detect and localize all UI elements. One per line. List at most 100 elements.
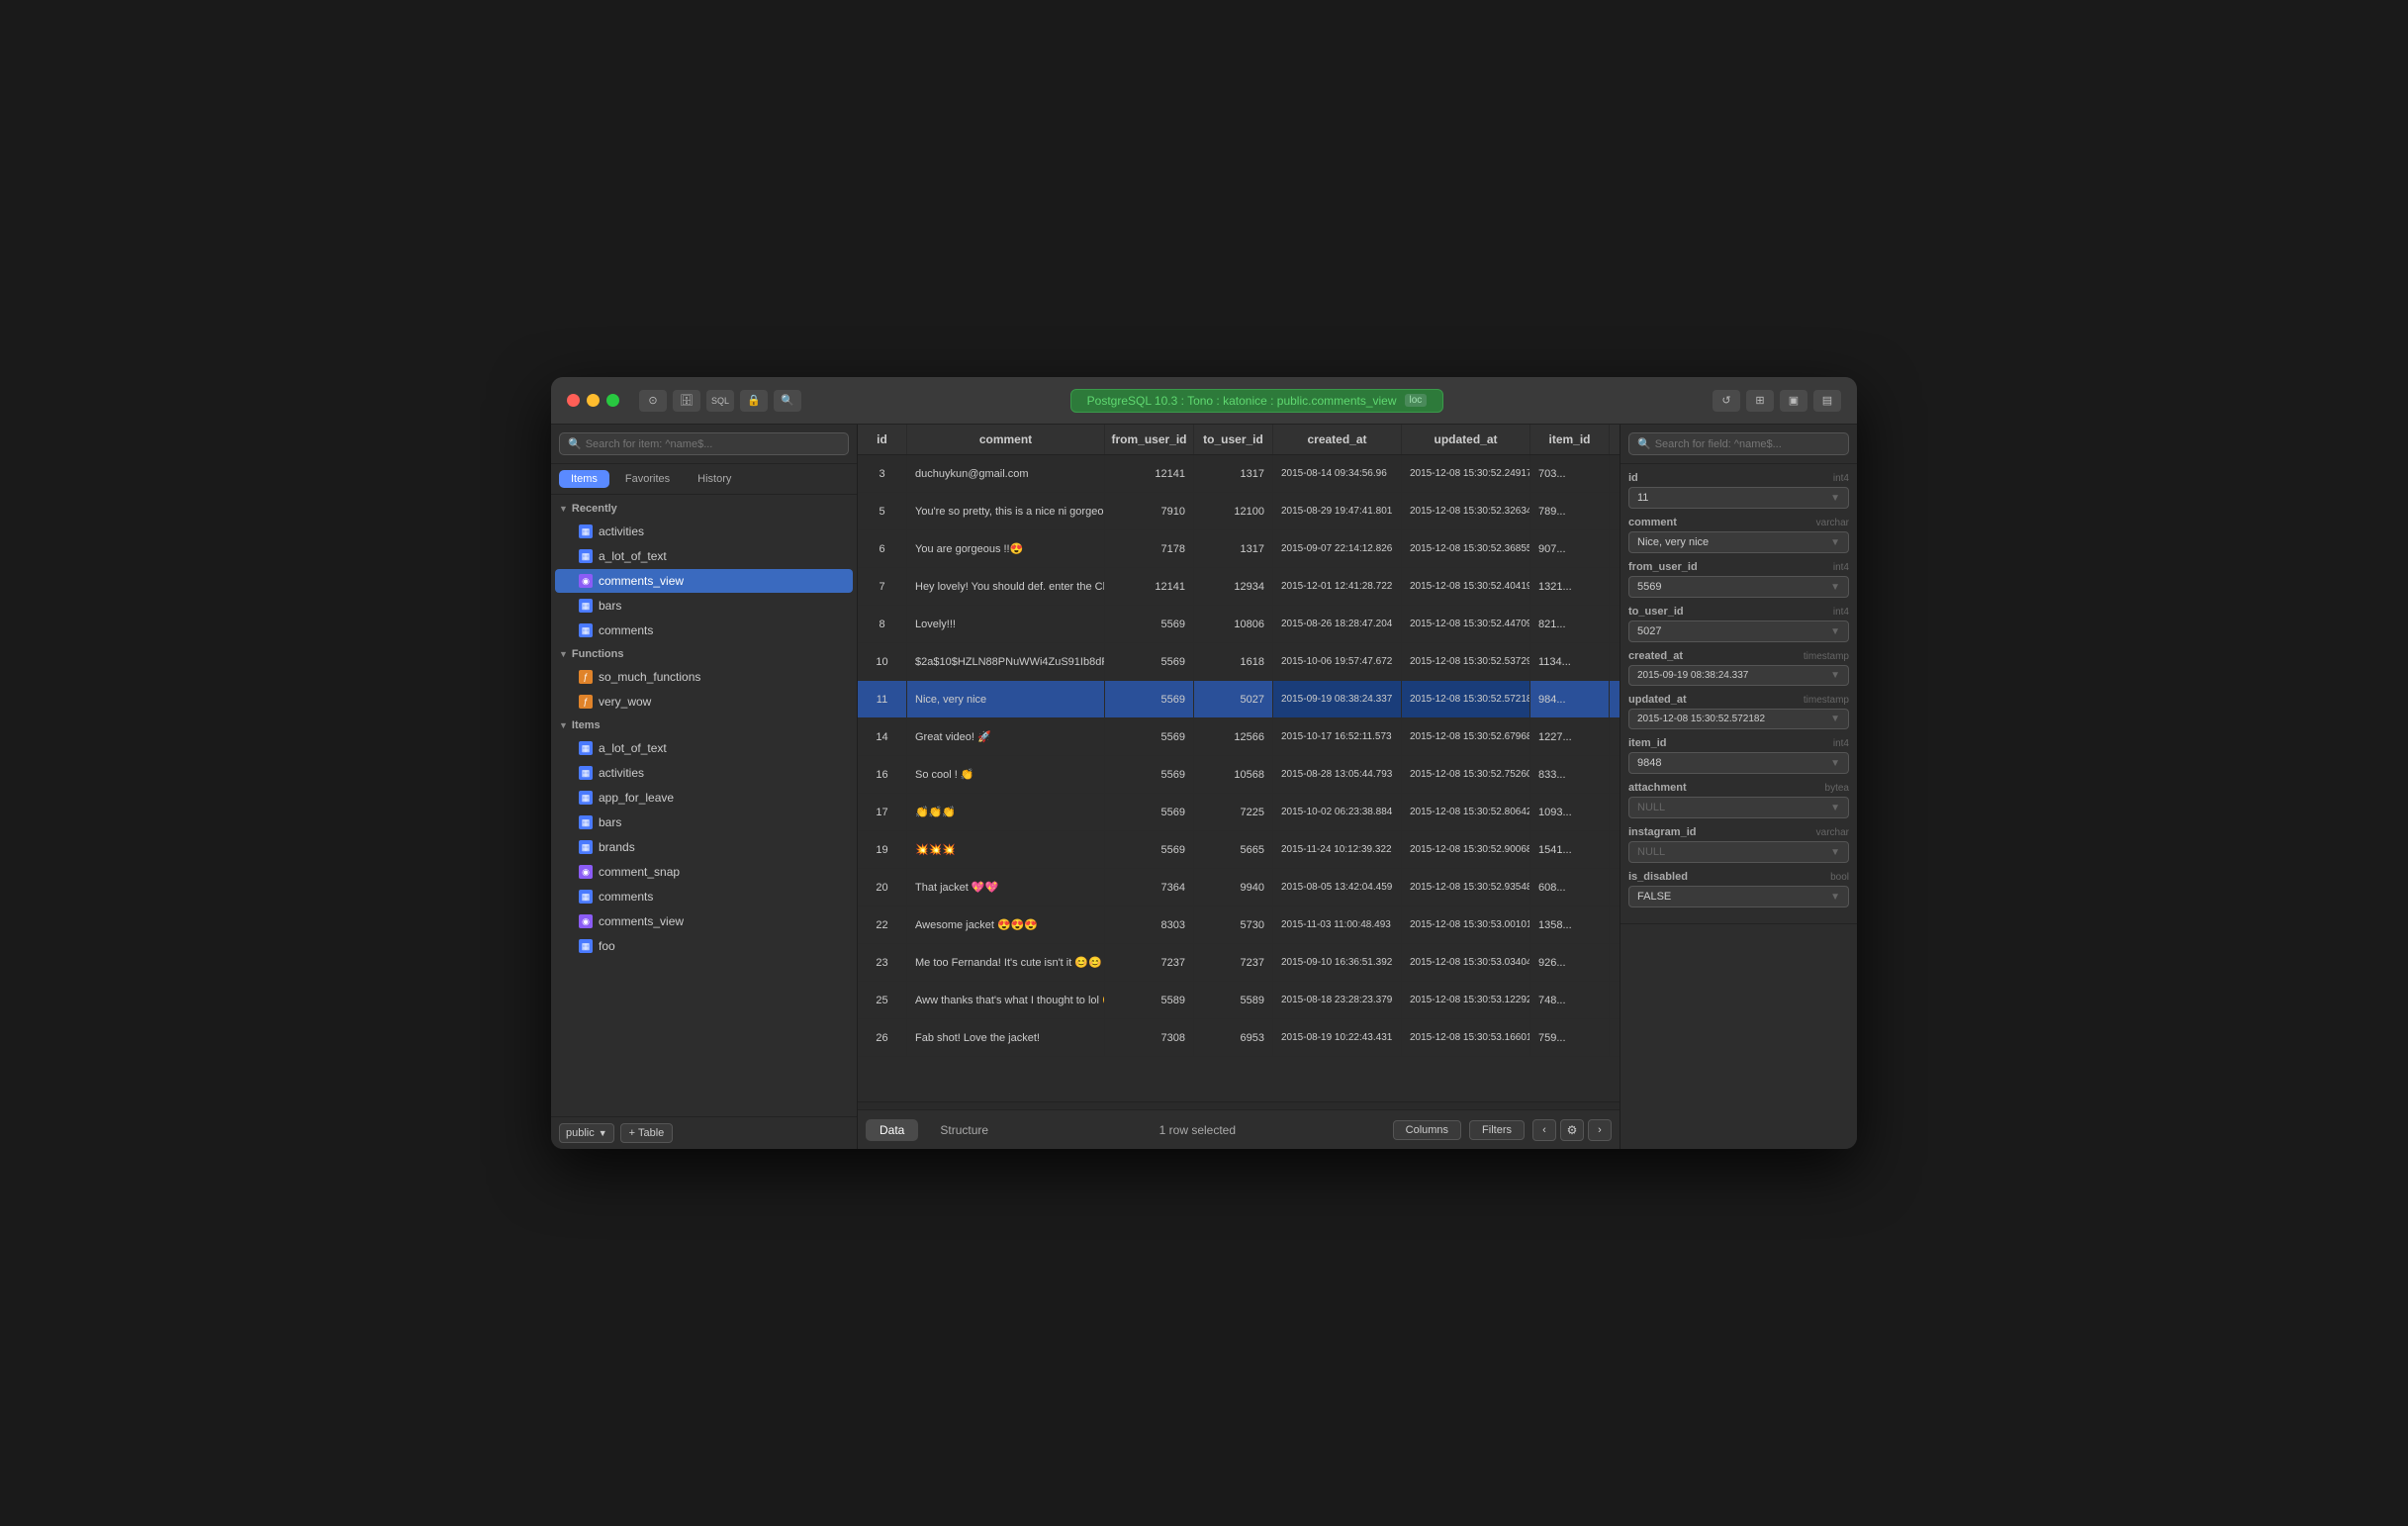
table-row[interactable]: 5 You're so pretty, this is a nice ni go…: [858, 493, 1620, 530]
filters-button[interactable]: Filters: [1469, 1120, 1525, 1140]
tab-favorites[interactable]: Favorites: [613, 470, 682, 488]
table-row[interactable]: 7 Hey lovely! You should def. enter the …: [858, 568, 1620, 606]
sidebar-item-comments[interactable]: ▦ comments: [555, 885, 853, 908]
cell-created-at: 2015-12-01 12:41:28.722: [1273, 568, 1402, 605]
sidebar-item-appforleave[interactable]: ▦ app_for_leave: [555, 786, 853, 810]
view-icon: ◉: [579, 914, 593, 928]
sidebar-item-brands[interactable]: ▦ brands: [555, 835, 853, 859]
sidebar-search-input[interactable]: [586, 438, 840, 450]
person-icon[interactable]: ⊙: [639, 390, 667, 412]
table-row[interactable]: 22 Awesome jacket 😍😍😍 8303 5730 2015-11-…: [858, 906, 1620, 944]
field-label-row-id: id int4: [1628, 472, 1849, 484]
cell-comment: Awesome jacket 😍😍😍: [907, 906, 1105, 943]
table-row[interactable]: 10 $2a$10$HZLN88PNuWWi4ZuS91Ib8dR98Ijt0k…: [858, 643, 1620, 681]
sidebar-item-bars-recent[interactable]: ▦ bars: [555, 594, 853, 618]
table-row[interactable]: 8 Lovely!!! 5569 10806 2015-08-26 18:28:…: [858, 606, 1620, 643]
sidebar-item-alotoftext-recent[interactable]: ▦ a_lot_of_text: [555, 544, 853, 568]
cell-from-user-id: 5569: [1105, 831, 1194, 868]
panel-right-icon[interactable]: ▤: [1813, 390, 1841, 412]
field-type-item: int4: [1833, 738, 1849, 749]
section-functions-header[interactable]: ▼ Functions: [551, 644, 857, 664]
sidebar-item-bars[interactable]: ▦ bars: [555, 811, 853, 834]
database-icon[interactable]: 🗄: [673, 390, 700, 412]
table-row[interactable]: 16 So cool ! 👏 5569 10568 2015-08-28 13:…: [858, 756, 1620, 794]
table-icon: ▦: [579, 766, 593, 780]
refresh-icon[interactable]: ↺: [1713, 390, 1740, 412]
chevron-down-icon: ▼: [559, 720, 568, 730]
grid-icon[interactable]: ⊞: [1746, 390, 1774, 412]
settings-icon[interactable]: ⚙: [1560, 1119, 1584, 1141]
tab-history[interactable]: History: [686, 470, 743, 488]
field-row-id: id int4 11 ▼: [1628, 472, 1849, 509]
chevron-down-icon: ▼: [1830, 537, 1840, 548]
field-value-item-id[interactable]: 9848 ▼: [1628, 752, 1849, 774]
panel-left-icon[interactable]: ▣: [1780, 390, 1807, 412]
minimize-button[interactable]: [587, 394, 600, 407]
sidebar-item-comments-recent[interactable]: ▦ comments: [555, 619, 853, 642]
table-row[interactable]: 14 Great video! 🚀 5569 12566 2015-10-17 …: [858, 718, 1620, 756]
table-row[interactable]: 17 👏👏👏 5569 7225 2015-10-02 06:23:38.884…: [858, 794, 1620, 831]
sidebar-item-very-wow[interactable]: ƒ very_wow: [555, 690, 853, 714]
field-value-is-disabled[interactable]: FALSE ▼: [1628, 886, 1849, 907]
horizontal-scrollbar[interactable]: [858, 1101, 1620, 1109]
field-value-id[interactable]: 11 ▼: [1628, 487, 1849, 509]
table-row[interactable]: 25 Aww thanks that's what I thought to l…: [858, 982, 1620, 1019]
table-row[interactable]: 3 duchuykun@gmail.com 12141 1317 2015-08…: [858, 455, 1620, 493]
field-value-updated-at[interactable]: 2015-12-08 15:30:52.572182 ▼: [1628, 709, 1849, 729]
field-search[interactable]: 🔍: [1628, 432, 1849, 455]
field-value-instagram-id[interactable]: NULL ▼: [1628, 841, 1849, 863]
table-row[interactable]: 6 You are gorgeous !!😍 7178 1317 2015-09…: [858, 530, 1620, 568]
search-icon[interactable]: 🔍: [774, 390, 801, 412]
section-items-header[interactable]: ▼ Items: [551, 715, 857, 735]
close-button[interactable]: [567, 394, 580, 407]
next-page-button[interactable]: ›: [1588, 1119, 1612, 1141]
table-row[interactable]: 20 That jacket 💖💖 7364 9940 2015-08-05 1…: [858, 869, 1620, 906]
cell-item-id: 821...: [1530, 606, 1610, 642]
loc-badge: loc: [1405, 394, 1428, 407]
sidebar-item-so-much-functions[interactable]: ƒ so_much_functions: [555, 665, 853, 689]
add-table-button[interactable]: + Table: [620, 1123, 674, 1143]
tab-structure[interactable]: Structure: [926, 1119, 1002, 1141]
sidebar-item-activities-recent[interactable]: ▦ activities: [555, 520, 853, 543]
maximize-button[interactable]: [606, 394, 619, 407]
col-header-updated-at[interactable]: updated_at: [1402, 425, 1530, 454]
previous-page-button[interactable]: ‹: [1532, 1119, 1556, 1141]
table-row[interactable]: 26 Fab shot! Love the jacket! 7308 6953 …: [858, 1019, 1620, 1057]
cell-to-user-id: 5665: [1194, 831, 1273, 868]
schema-select[interactable]: public ▼: [559, 1123, 614, 1143]
table-row-selected[interactable]: 11 Nice, very nice 5569 5027 2015-09-19 …: [858, 681, 1620, 718]
col-header-from-user-id[interactable]: from_user_id: [1105, 425, 1194, 454]
tab-items[interactable]: Items: [559, 470, 609, 488]
sidebar-item-foo[interactable]: ▦ foo: [555, 934, 853, 958]
sidebar-item-commentsview-recent[interactable]: ◉ comments_view: [555, 569, 853, 593]
field-search-input[interactable]: [1655, 438, 1840, 450]
sidebar-search[interactable]: 🔍: [559, 432, 849, 455]
columns-button[interactable]: Columns: [1393, 1120, 1461, 1140]
table-row[interactable]: 23 Me too Fernanda! It's cute isn't it 😊…: [858, 944, 1620, 982]
connection-badge: PostgreSQL 10.3 : Tono : katonice : publ…: [1070, 389, 1444, 413]
field-value-from-user-id[interactable]: 5569 ▼: [1628, 576, 1849, 598]
field-value-to-user-id[interactable]: 5027 ▼: [1628, 620, 1849, 642]
tab-data[interactable]: Data: [866, 1119, 918, 1141]
col-header-item-id[interactable]: item_id: [1530, 425, 1610, 454]
sidebar-item-commentsnap[interactable]: ◉ comment_snap: [555, 860, 853, 884]
sidebar-item-commentsview[interactable]: ◉ comments_view: [555, 909, 853, 933]
col-header-created-at[interactable]: created_at: [1273, 425, 1402, 454]
table-row[interactable]: 19 💥💥💥 5569 5665 2015-11-24 10:12:39.322…: [858, 831, 1620, 869]
sidebar-item-activities[interactable]: ▦ activities: [555, 761, 853, 785]
field-value-created-at[interactable]: 2015-09-19 08:38:24.337 ▼: [1628, 665, 1849, 686]
field-value-comment[interactable]: Nice, very nice ▼: [1628, 531, 1849, 553]
sidebar-item-alotoftext[interactable]: ▦ a_lot_of_text: [555, 736, 853, 760]
col-header-id[interactable]: id: [858, 425, 907, 454]
cell-comment: $2a$10$HZLN88PNuWWi4ZuS91Ib8dR98Ijt0kblv…: [907, 643, 1105, 680]
section-recently-header[interactable]: ▼ Recently: [551, 499, 857, 519]
col-header-comment[interactable]: comment: [907, 425, 1105, 454]
field-name-attachment: attachment: [1628, 782, 1687, 794]
sql-icon[interactable]: SQL: [706, 390, 734, 412]
lock-icon[interactable]: 🔒: [740, 390, 768, 412]
field-value-attachment[interactable]: NULL ▼: [1628, 797, 1849, 818]
cell-id: 8: [858, 606, 907, 642]
col-header-to-user-id[interactable]: to_user_id: [1194, 425, 1273, 454]
chevron-down-icon: ▼: [1830, 714, 1840, 724]
app-window: ⊙ 🗄 SQL 🔒 🔍 PostgreSQL 10.3 : Tono : kat…: [551, 377, 1857, 1149]
